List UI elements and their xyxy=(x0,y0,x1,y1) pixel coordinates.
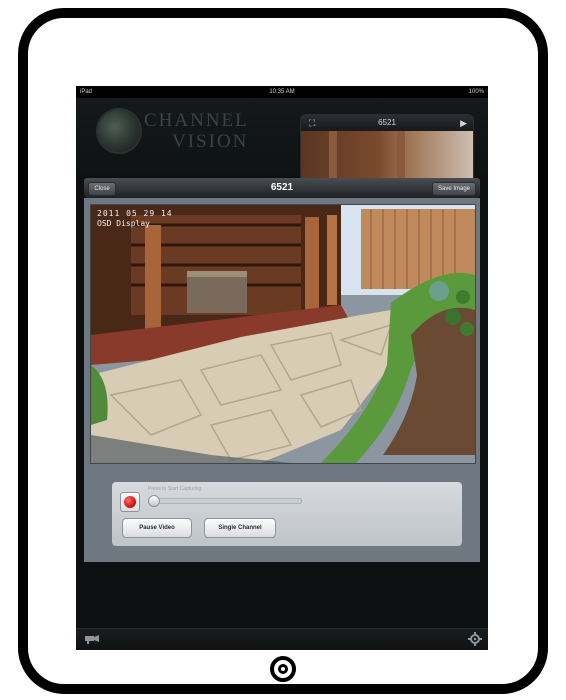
record-button[interactable] xyxy=(120,492,140,512)
viewer-title: 6521 xyxy=(270,182,294,193)
record-hint-label: Press to Start Capturing xyxy=(148,486,202,492)
close-button[interactable]: Close xyxy=(88,182,116,196)
ipad-screen: iPad 10:35 AM 100% CHANNEL VISION 6521 ⛶… xyxy=(76,86,488,650)
record-icon xyxy=(124,496,136,508)
camera-icon[interactable] xyxy=(84,633,100,645)
video-frame xyxy=(91,205,475,463)
recording-controls: Press to Start Capturing Pause Video Sin… xyxy=(112,482,462,546)
pause-video-button[interactable]: Pause Video xyxy=(122,518,192,538)
brand-header: CHANNEL VISION 6521 ⛶ ▶ xyxy=(76,98,488,190)
single-channel-button[interactable]: Single Channel xyxy=(204,518,276,538)
battery-label: 100% xyxy=(468,89,484,95)
video-panel: 2011 05 29 14 OSD Display Press to Start… xyxy=(84,198,480,562)
brand-logo-line2: VISION xyxy=(172,131,249,152)
save-image-button[interactable]: Save Image xyxy=(432,182,476,196)
camera-video-feed[interactable]: 2011 05 29 14 OSD Display xyxy=(90,204,476,464)
brand-logo-line1: CHANNEL xyxy=(144,110,249,131)
bottom-toolbar xyxy=(76,628,488,650)
gear-icon[interactable] xyxy=(468,632,482,646)
clock: 10:35 AM xyxy=(269,89,295,95)
play-icon[interactable]: ▶ xyxy=(460,117,467,129)
status-bar: iPad 10:35 AM 100% xyxy=(76,86,488,98)
capture-slider-knob[interactable] xyxy=(148,495,160,507)
viewer-title-bar: 6521 Close Save Image xyxy=(84,178,480,198)
capture-slider-track[interactable] xyxy=(148,498,302,504)
osd-overlay: 2011 05 29 14 OSD Display xyxy=(97,209,173,229)
home-button[interactable] xyxy=(270,656,296,682)
brand-logo-icon xyxy=(98,110,140,152)
expand-icon[interactable]: ⛶ xyxy=(309,118,315,128)
osd-caption: OSD Display xyxy=(97,219,150,228)
home-button-icon xyxy=(278,664,288,674)
osd-timestamp: 2011 05 29 14 xyxy=(97,209,173,218)
thumbnail-title: 6521 xyxy=(378,118,396,127)
